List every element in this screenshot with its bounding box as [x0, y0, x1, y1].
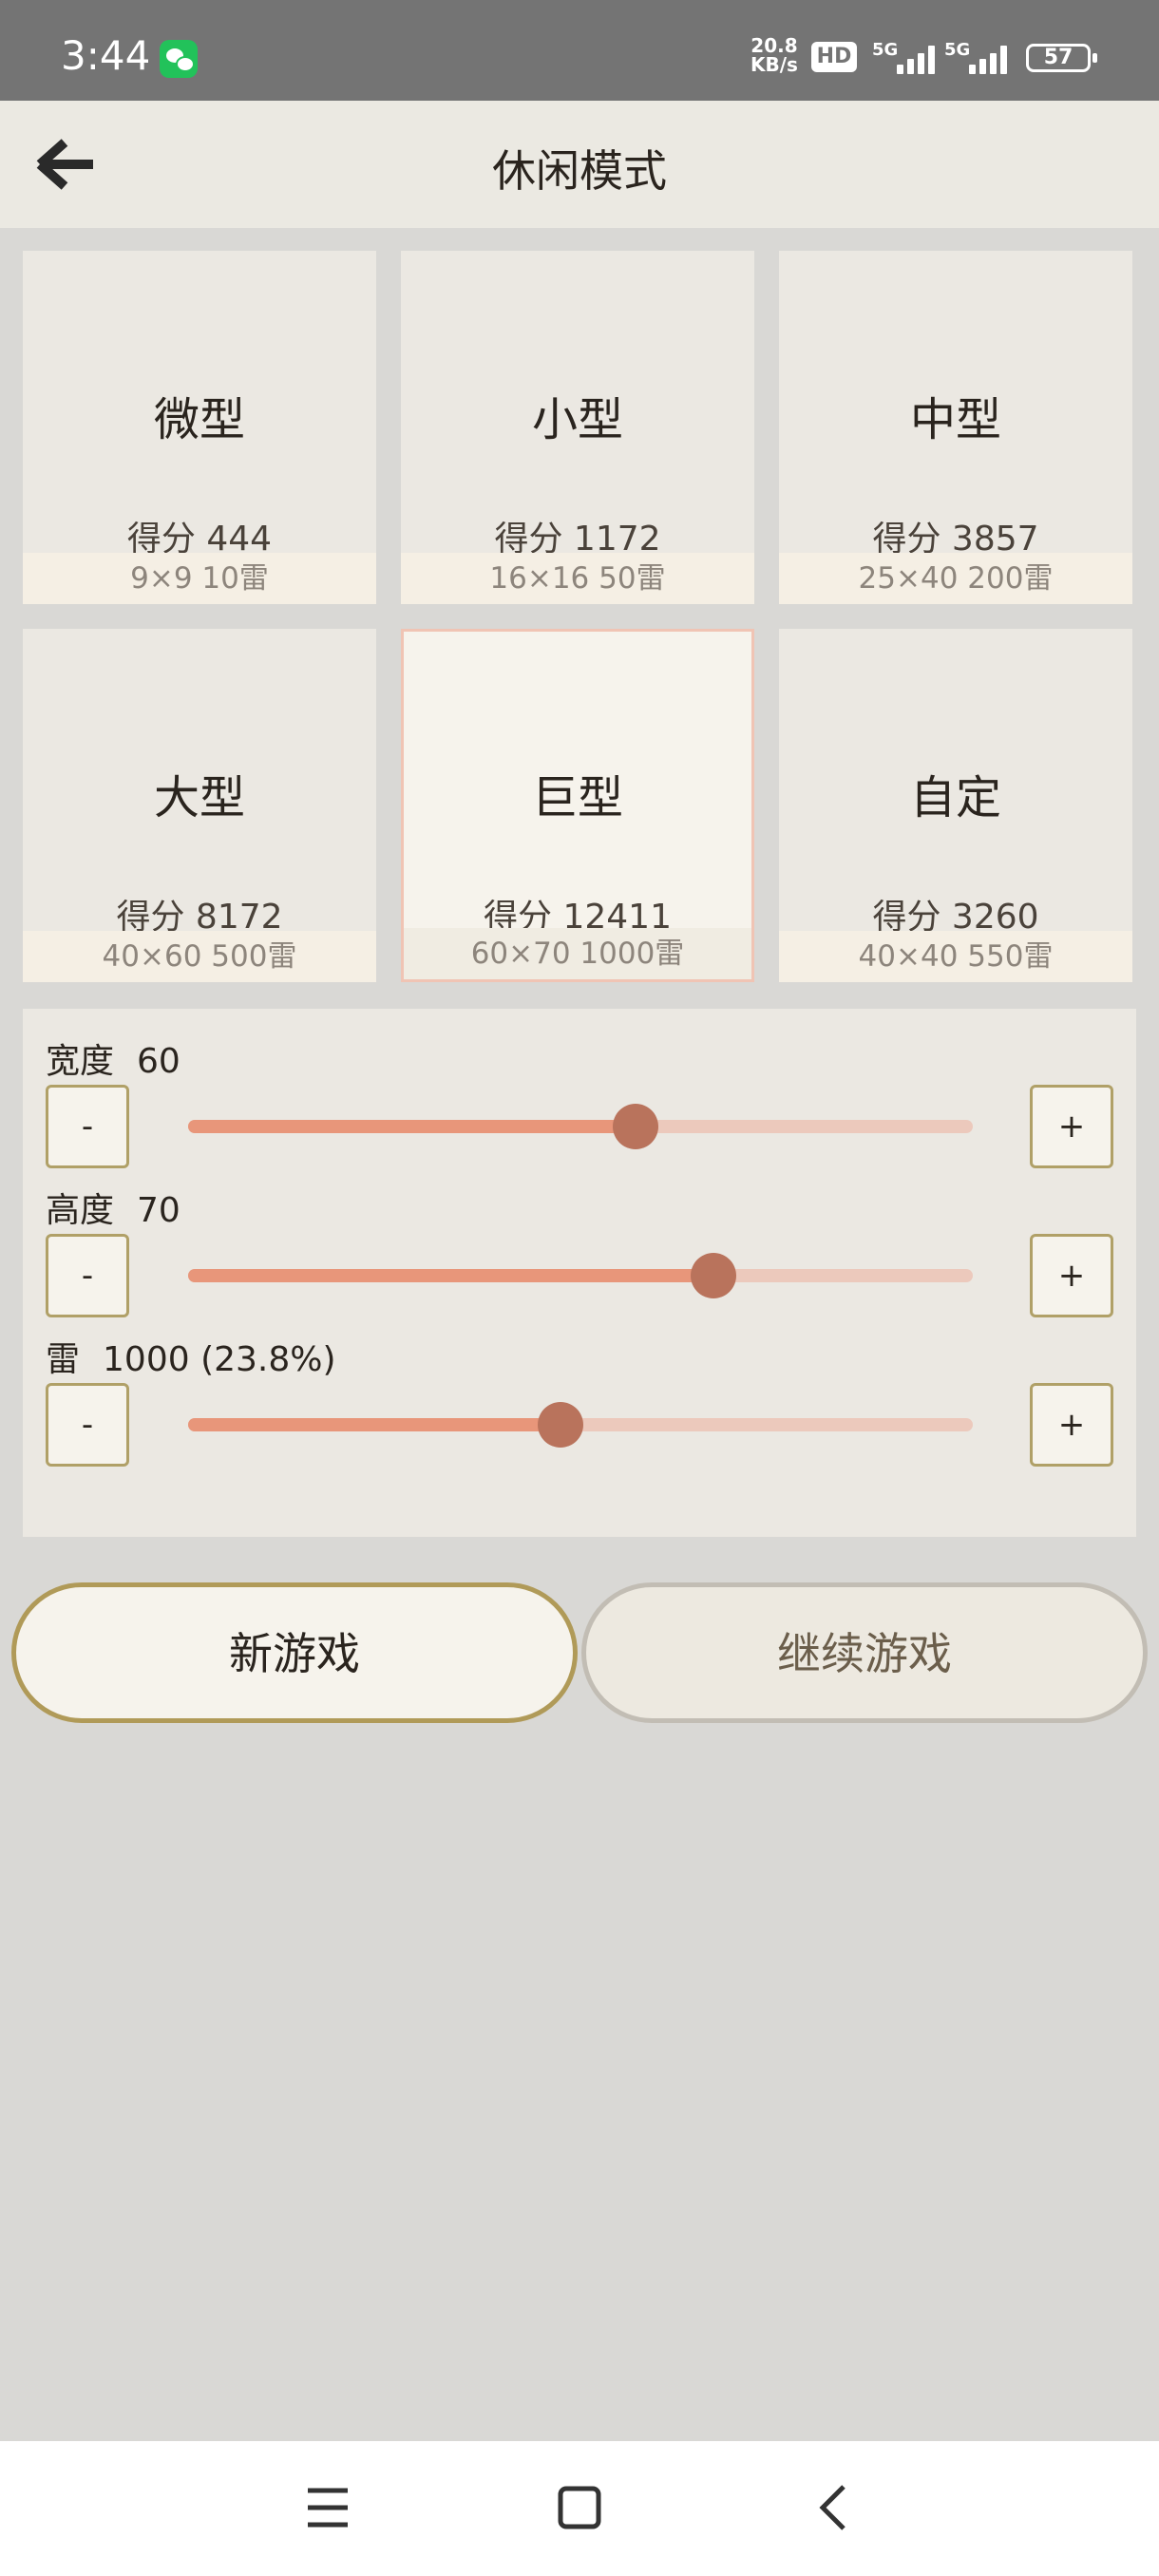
width-minus-button[interactable]: - — [46, 1085, 129, 1168]
mode-name: 自定 — [909, 771, 1001, 824]
mode-size: 40×40 550雷 — [779, 931, 1132, 982]
height-value: 70 — [137, 1191, 180, 1230]
mode-name: 中型 — [909, 393, 1001, 446]
system-nav-bar — [0, 2441, 1159, 2576]
width-slider-fill — [188, 1120, 636, 1133]
mode-size: 40×60 500雷 — [23, 931, 376, 982]
hd-voice-icon: HD — [811, 42, 857, 72]
continue-game-button[interactable]: 继续游戏 — [581, 1582, 1148, 1723]
status-time: 3:44 — [61, 32, 151, 79]
mode-card-small[interactable]: 小型 得分 1172 16×16 50雷 — [401, 251, 754, 604]
network-speed: 20.8 KB/s — [750, 36, 798, 74]
mode-name: 小型 — [531, 393, 623, 446]
back-chevron-icon[interactable] — [813, 2483, 851, 2532]
signal-icon — [965, 42, 1015, 74]
mines-slider[interactable] — [188, 1402, 973, 1448]
mode-size: 25×40 200雷 — [779, 553, 1132, 604]
height-slider-thumb[interactable] — [691, 1253, 737, 1298]
height-label-text: 高度 — [46, 1191, 115, 1230]
custom-settings-panel: 宽度 60 - + 高度 70 - + 雷 1000 (23.8%) - + — [23, 1009, 1136, 1537]
width-label: 宽度 60 — [46, 1033, 180, 1083]
height-slider[interactable] — [188, 1253, 973, 1298]
width-label-text: 宽度 — [46, 1042, 115, 1081]
width-slider-thumb[interactable] — [612, 1104, 658, 1149]
height-label: 高度 70 — [46, 1183, 180, 1232]
height-slider-fill — [188, 1269, 714, 1282]
width-value: 60 — [137, 1042, 180, 1081]
mode-card-custom[interactable]: 自定 得分 3260 40×40 550雷 — [779, 629, 1132, 982]
mode-name: 大型 — [153, 771, 245, 824]
mode-card-micro[interactable]: 微型 得分 444 9×9 10雷 — [23, 251, 376, 604]
mines-slider-thumb[interactable] — [538, 1402, 584, 1448]
mines-label-text: 雷 — [46, 1340, 81, 1379]
app-bar: 休闲模式 — [0, 101, 1159, 228]
status-bar: 3:44 20.8 KB/s HD 5G 5G 57 — [0, 0, 1159, 101]
mines-plus-button[interactable]: + — [1030, 1383, 1113, 1467]
new-game-button[interactable]: 新游戏 — [11, 1582, 578, 1723]
mode-card-huge[interactable]: 巨型 得分 12411 60×70 1000雷 — [401, 629, 754, 982]
menu-icon[interactable] — [304, 2483, 352, 2532]
home-square-icon[interactable] — [557, 2483, 602, 2532]
height-minus-button[interactable]: - — [46, 1234, 129, 1317]
network-speed-value: 20.8 — [750, 34, 798, 57]
mode-card-large[interactable]: 大型 得分 8172 40×60 500雷 — [23, 629, 376, 982]
mode-card-medium[interactable]: 中型 得分 3857 25×40 200雷 — [779, 251, 1132, 604]
mode-size: 9×9 10雷 — [23, 553, 376, 604]
signal-icon — [893, 42, 942, 74]
network-speed-unit: KB/s — [750, 53, 798, 76]
mode-name: 巨型 — [531, 771, 623, 824]
mines-label: 雷 1000 (23.8%) — [46, 1332, 336, 1381]
height-plus-button[interactable]: + — [1030, 1234, 1113, 1317]
width-plus-button[interactable]: + — [1030, 1085, 1113, 1168]
mines-slider-fill — [188, 1418, 561, 1431]
wechat-icon — [160, 40, 198, 78]
mode-size: 60×70 1000雷 — [404, 928, 751, 979]
mode-name: 微型 — [153, 393, 245, 446]
width-slider[interactable] — [188, 1104, 973, 1149]
mode-size: 16×16 50雷 — [401, 553, 754, 604]
mines-value: 1000 (23.8%) — [103, 1340, 336, 1379]
mines-minus-button[interactable]: - — [46, 1383, 129, 1467]
battery-icon: 57 — [1026, 44, 1097, 72]
page-title: 休闲模式 — [492, 145, 667, 197]
